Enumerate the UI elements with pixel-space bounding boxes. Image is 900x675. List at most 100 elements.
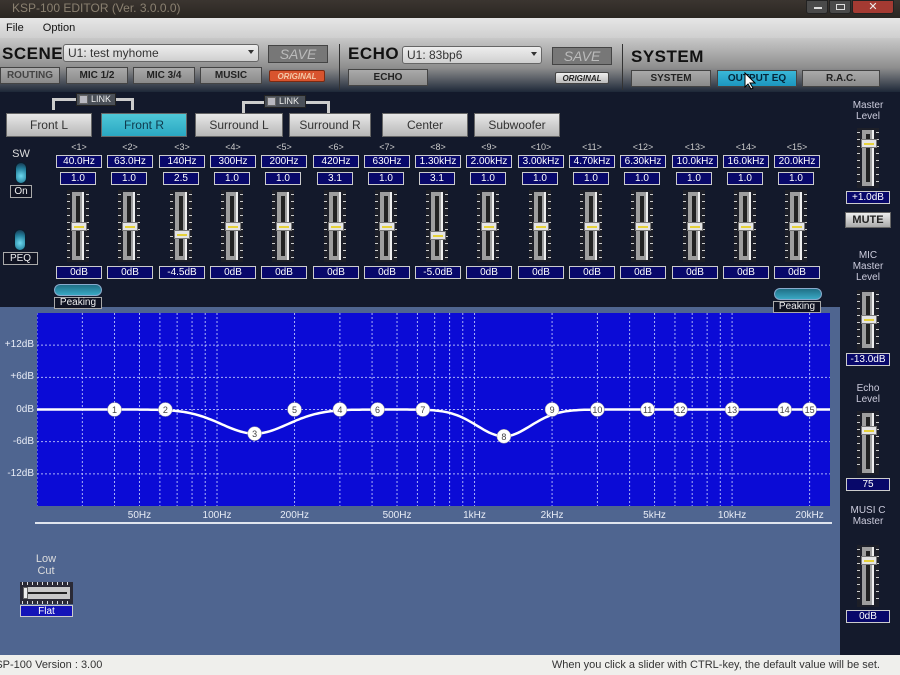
band-frequency[interactable]: 300Hz — [210, 155, 256, 168]
slider-knob[interactable] — [328, 222, 344, 231]
slider-knob[interactable] — [430, 231, 446, 240]
band-gain-slider[interactable] — [734, 190, 756, 262]
band-frequency[interactable]: 2.00kHz — [466, 155, 512, 168]
slider-knob[interactable] — [861, 426, 877, 435]
level-slider[interactable] — [857, 290, 879, 350]
band-q[interactable]: 1.0 — [111, 172, 147, 185]
mode-toggle[interactable] — [14, 229, 26, 251]
band-frequency[interactable]: 16.0kHz — [723, 155, 769, 168]
mute-button[interactable]: MUTE — [845, 212, 891, 228]
scene-original-button[interactable]: ORIGINAL — [269, 70, 325, 82]
tab-echo[interactable]: ECHO — [348, 69, 428, 86]
band-gain-slider[interactable] — [324, 190, 346, 262]
band-q[interactable]: 1.0 — [470, 172, 506, 185]
echo-original-button[interactable]: ORIGINAL — [555, 72, 609, 84]
band-q[interactable]: 1.0 — [214, 172, 250, 185]
slider-knob[interactable] — [71, 222, 87, 231]
channel-subwoofer[interactable]: Subwoofer — [474, 113, 560, 137]
band-type-toggle-last[interactable] — [774, 288, 822, 300]
link-surround-checkbox[interactable]: LINK — [264, 95, 306, 108]
menu-option[interactable]: Option — [43, 22, 75, 34]
level-slider[interactable] — [857, 128, 879, 188]
band-frequency[interactable]: 40.0Hz — [56, 155, 102, 168]
menu-file[interactable]: File — [6, 22, 24, 34]
level-slider[interactable] — [857, 411, 879, 475]
band-frequency[interactable]: 3.00kHz — [518, 155, 564, 168]
band-gain-slider[interactable] — [118, 190, 140, 262]
slider-knob[interactable] — [379, 222, 395, 231]
band-gain-slider[interactable] — [67, 190, 89, 262]
band-gain-slider[interactable] — [631, 190, 653, 262]
band-gain-slider[interactable] — [529, 190, 551, 262]
slider-knob[interactable] — [23, 587, 28, 599]
low-cut-slider[interactable] — [20, 582, 73, 604]
band-q[interactable]: 1.0 — [573, 172, 609, 185]
level-slider[interactable] — [857, 545, 879, 607]
band-q[interactable]: 1.0 — [522, 172, 558, 185]
slider-knob[interactable] — [789, 222, 805, 231]
band-q[interactable]: 3.1 — [419, 172, 455, 185]
band-q[interactable]: 1.0 — [676, 172, 712, 185]
echo-save-button[interactable]: SAVE — [552, 47, 612, 65]
band-gain-slider[interactable] — [683, 190, 705, 262]
slider-knob[interactable] — [738, 222, 754, 231]
band-frequency[interactable]: 1.30kHz — [415, 155, 461, 168]
band-q[interactable]: 1.0 — [368, 172, 404, 185]
close-button[interactable]: ✕ — [852, 0, 894, 14]
band-gain-slider[interactable] — [272, 190, 294, 262]
scene-save-button[interactable]: SAVE — [268, 45, 328, 63]
sw-toggle[interactable] — [15, 162, 27, 184]
slider-knob[interactable] — [174, 230, 190, 239]
band-gain-slider[interactable] — [375, 190, 397, 262]
slider-knob[interactable] — [225, 222, 241, 231]
tab-music[interactable]: MUSIC — [200, 67, 262, 84]
tab-output-eq[interactable]: OUTPUT EQ — [717, 70, 797, 87]
band-q[interactable]: 1.0 — [60, 172, 96, 185]
slider-knob[interactable] — [635, 222, 651, 231]
slider-knob[interactable] — [533, 222, 549, 231]
slider-knob[interactable] — [861, 139, 877, 148]
band-frequency[interactable]: 10.0kHz — [672, 155, 718, 168]
slider-knob[interactable] — [861, 556, 877, 565]
band-gain-slider[interactable] — [785, 190, 807, 262]
tab-mic-3-4[interactable]: MIC 3/4 — [133, 67, 195, 84]
band-gain-slider[interactable] — [580, 190, 602, 262]
channel-front-r[interactable]: Front R — [101, 113, 187, 137]
band-frequency[interactable]: 4.70kHz — [569, 155, 615, 168]
band-frequency[interactable]: 140Hz — [159, 155, 205, 168]
maximize-button[interactable] — [829, 0, 851, 14]
band-gain-slider[interactable] — [477, 190, 499, 262]
slider-knob[interactable] — [481, 222, 497, 231]
band-gain-slider[interactable] — [170, 190, 192, 262]
band-frequency[interactable]: 630Hz — [364, 155, 410, 168]
echo-preset-select[interactable]: U1: 83bp6 — [402, 46, 542, 64]
band-type-toggle-first[interactable] — [54, 284, 102, 296]
band-gain-slider[interactable] — [426, 190, 448, 262]
band-q[interactable]: 1.0 — [727, 172, 763, 185]
slider-knob[interactable] — [122, 222, 138, 231]
band-gain-slider[interactable] — [221, 190, 243, 262]
band-q[interactable]: 1.0 — [778, 172, 814, 185]
band-q[interactable]: 1.0 — [265, 172, 301, 185]
channel-surround-l[interactable]: Surround L — [195, 113, 283, 137]
band-frequency[interactable]: 200Hz — [261, 155, 307, 168]
channel-center[interactable]: Center — [382, 113, 468, 137]
slider-knob[interactable] — [584, 222, 600, 231]
band-q[interactable]: 1.0 — [624, 172, 660, 185]
band-q[interactable]: 2.5 — [163, 172, 199, 185]
band-frequency[interactable]: 420Hz — [313, 155, 359, 168]
minimize-button[interactable] — [806, 0, 828, 14]
band-frequency[interactable]: 20.0kHz — [774, 155, 820, 168]
scene-preset-select[interactable]: U1: test myhome — [63, 44, 259, 62]
band-frequency[interactable]: 6.30kHz — [620, 155, 666, 168]
tab-rac[interactable]: R.A.C. — [802, 70, 880, 87]
tab-system[interactable]: SYSTEM — [631, 70, 711, 87]
channel-surround-r[interactable]: Surround R — [289, 113, 371, 137]
slider-knob[interactable] — [687, 222, 703, 231]
channel-front-l[interactable]: Front L — [6, 113, 92, 137]
tab-mic-1-2[interactable]: MIC 1/2 — [66, 67, 128, 84]
slider-knob[interactable] — [276, 222, 292, 231]
band-frequency[interactable]: 63.0Hz — [107, 155, 153, 168]
band-q[interactable]: 3.1 — [317, 172, 353, 185]
slider-knob[interactable] — [861, 315, 877, 324]
